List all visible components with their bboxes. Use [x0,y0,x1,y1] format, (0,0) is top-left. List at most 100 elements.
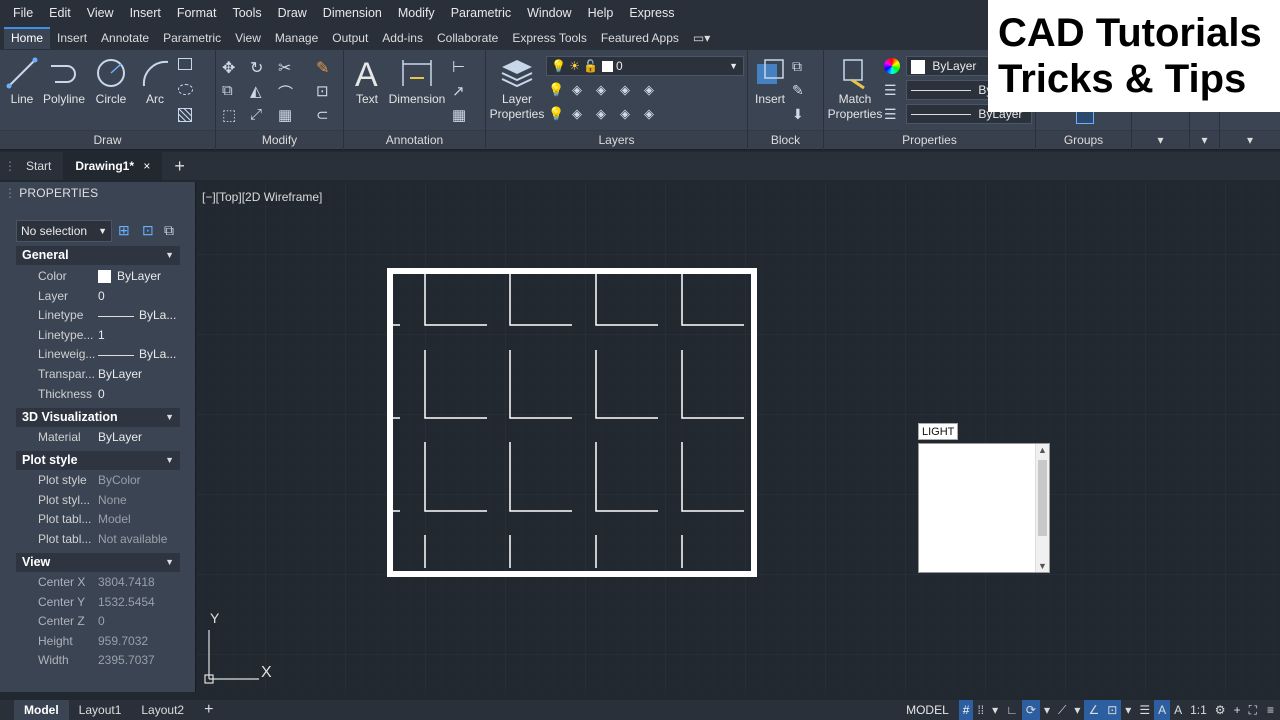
prop-row[interactable]: Linetype... 1 [16,326,180,346]
close-tab-icon[interactable]: × [143,159,150,173]
layers-panel-label[interactable]: Layers [486,130,747,148]
menu-format[interactable]: Format [177,6,217,20]
ribbon-tab-add-ins[interactable]: Add-ins [375,27,430,49]
dimension-button[interactable]: Dimension [388,56,446,106]
arc-button[interactable]: Arc [136,56,174,106]
snap-icon[interactable]: ⁞⁞ [973,700,988,720]
prop-row[interactable]: Thickness 0 [16,385,180,405]
autocomplete-list[interactable]: ▲ ▼ [918,443,1050,573]
dropdown-icon[interactable]: ▾ [1040,700,1054,720]
match-properties-button[interactable]: Match Properties [826,56,884,122]
linear-dim-icon[interactable]: ⊢ [452,58,470,76]
menu-window[interactable]: Window [527,6,571,20]
text-button[interactable]: A Text [348,56,386,106]
tab-layout1[interactable]: Layout1 [69,700,132,720]
insert-button[interactable]: Insert [750,56,790,106]
tab-layout2[interactable]: Layout2 [131,700,194,720]
tab-model[interactable]: Model [14,700,69,720]
fillet-icon[interactable]: ⌒ [278,82,296,102]
select-objects-icon[interactable]: ⊡ [142,222,160,240]
new-tab-button[interactable]: + [162,152,197,180]
polar-icon[interactable]: ⟳ [1021,700,1040,720]
layer-on-icon[interactable]: 💡 [548,106,566,124]
layer-match-icon[interactable]: ◈ [644,82,662,100]
edit-attributes-icon[interactable]: ⬇ [792,106,810,124]
color-wheel-icon[interactable] [884,58,900,74]
table-icon[interactable]: ▦ [452,106,470,124]
circle-button[interactable]: Circle [92,56,130,106]
selection-dropdown[interactable]: No selection ▼ [16,220,112,242]
dropdown-icon[interactable]: ▾ [988,700,1002,720]
layer-unlock-icon[interactable]: ◈ [620,106,638,124]
otrack-icon[interactable]: ∠ [1084,700,1104,720]
move-icon[interactable]: ✥ [222,58,240,77]
menu-edit[interactable]: Edit [49,6,71,20]
polyline-button[interactable]: Polyline [40,56,88,106]
menu-dimension[interactable]: Dimension [323,6,382,20]
edit-block-icon[interactable]: ✎ [792,82,810,100]
prop-row[interactable]: Linetype ByLa... [16,306,180,326]
isodraft-icon[interactable]: ⟋ [1054,700,1070,720]
section-view[interactable]: View ▼ [16,553,180,572]
offset-icon[interactable]: ⊂ [316,106,334,124]
mirror-icon[interactable]: ◭ [250,82,268,100]
erase-icon[interactable]: ✎ [316,58,334,77]
plus-icon[interactable]: + [1230,700,1245,720]
prop-row[interactable]: Color ByLayer [16,267,180,287]
modify-panel-label[interactable]: Modify [216,130,343,148]
scroll-up-icon[interactable]: ▲ [1038,445,1047,455]
prop-row[interactable]: Center Y 1532.5454 [16,593,180,613]
menu-tools[interactable]: Tools [232,6,261,20]
prop-row[interactable]: Material ByLayer [16,428,180,448]
menu-express[interactable]: Express [629,6,674,20]
ribbon-tab-view[interactable]: View [228,27,268,49]
copy-icon[interactable]: ⧉ [222,82,240,100]
prop-row[interactable]: Plot styl... None [16,491,180,511]
prop-row[interactable]: Plot tabl... Model [16,510,180,530]
groups-panel-label[interactable]: Groups [1036,130,1131,148]
ribbon-tab-insert[interactable]: Insert [50,27,94,49]
layer-unisolate-icon[interactable]: ◈ [572,106,590,124]
line-button[interactable]: Line [4,56,40,106]
prop-row[interactable]: Plot style ByColor [16,471,180,491]
hatch-icon[interactable] [178,84,193,95]
fullscreen-icon[interactable]: ⛶ [1245,700,1261,720]
explode-icon[interactable]: ⊡ [316,82,334,100]
ortho-icon[interactable]: ∟ [1002,700,1022,720]
rectangle-icon[interactable] [178,58,192,70]
layer-freeze-icon[interactable]: ◈ [596,82,614,100]
layer-dropdown[interactable]: 💡 ☀ 🔓 0 ▼ [546,56,744,76]
scale-value[interactable]: 1:1 [1186,700,1211,720]
leader-icon[interactable]: ↗ [452,82,470,100]
toggle-pickadd-icon[interactable]: ⊞ [118,222,136,240]
layer-properties-button[interactable]: Layer Properties [488,56,546,122]
tab-start[interactable]: Start [14,152,63,180]
rotate-icon[interactable]: ↻ [250,58,268,77]
scroll-thumb[interactable] [1038,460,1047,536]
menu-draw[interactable]: Draw [278,6,307,20]
annotation-panel-label[interactable]: Annotation [344,130,485,148]
trim-icon[interactable]: ✂ [278,58,296,77]
ribbon-tab-home[interactable]: Home [4,27,51,49]
customize-icon[interactable]: ≡ [1261,700,1280,720]
tab-drawing1[interactable]: Drawing1* × [63,152,163,180]
section-plot-style[interactable]: Plot style ▼ [16,451,180,470]
ribbon-tab-express-tools[interactable]: Express Tools [505,27,593,49]
layer-isolate-icon[interactable]: ◈ [572,82,590,100]
ribbon-tab-annotate[interactable]: Annotate [94,27,156,49]
ribbon-tab-collaborate[interactable]: Collaborate [430,27,505,49]
ribbon-tab-manage[interactable]: Manage [268,27,325,49]
lineweight-toggle-icon[interactable]: ☰ [1135,700,1154,720]
section-general[interactable]: General ▼ [16,246,180,265]
minimize-ribbon-icon[interactable]: ▭▾ [686,27,717,49]
ribbon-tab-featured-apps[interactable]: Featured Apps [594,27,686,49]
prop-row[interactable]: Layer 0 [16,287,180,307]
scale-icon[interactable]: ⤢ [250,106,268,124]
scrollbar[interactable]: ▲ ▼ [1035,444,1049,572]
draw-panel-label[interactable]: Draw [0,130,215,148]
gradient-icon[interactable] [178,108,192,122]
properties-panel-label[interactable]: Properties [824,130,1035,148]
block-panel-label[interactable]: Block [748,130,823,148]
stretch-icon[interactable]: ⬚ [222,106,240,124]
prop-row[interactable]: Transpar... ByLayer [16,365,180,385]
